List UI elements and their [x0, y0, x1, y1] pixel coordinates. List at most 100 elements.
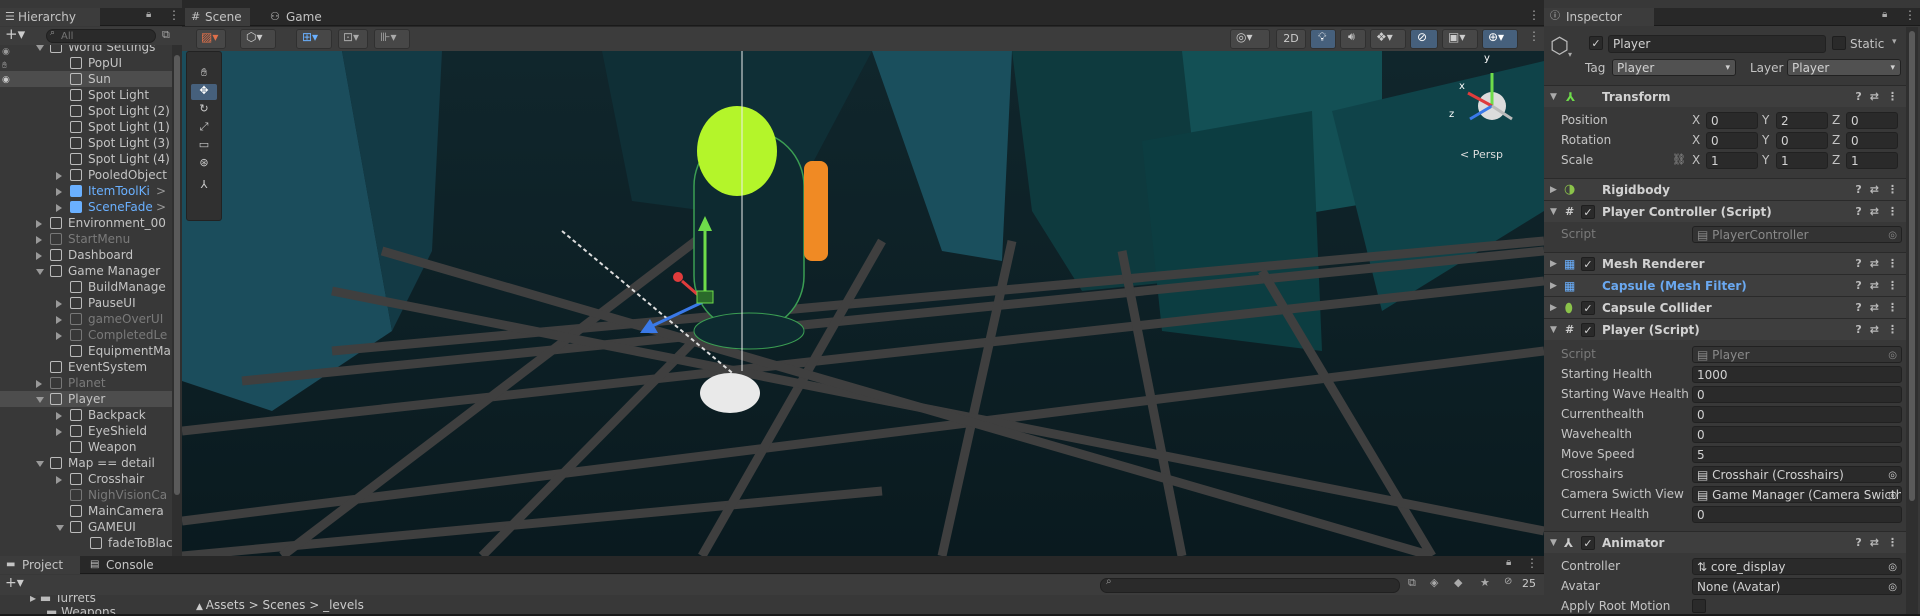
- hierarchy-item[interactable]: Backpack: [0, 407, 172, 423]
- rotate-tool-button[interactable]: ↻: [191, 102, 217, 118]
- prefab-open-icon[interactable]: >: [156, 199, 166, 215]
- expand-right-icon[interactable]: [56, 188, 62, 196]
- camera-button[interactable]: ▣▾: [1442, 29, 1478, 49]
- link-icon[interactable]: ⛓: [1672, 153, 1686, 166]
- tab-scene[interactable]: # Scene: [185, 8, 250, 26]
- custom-tool-button[interactable]: ⅄: [191, 178, 217, 194]
- draw-mode-button[interactable]: ▨▾: [196, 29, 226, 49]
- scale-z-field[interactable]: 1: [1846, 152, 1898, 169]
- expand-right-icon[interactable]: [56, 428, 62, 436]
- expand-right-icon[interactable]: [56, 300, 62, 308]
- player-field-input[interactable]: ▤ Crosshair (Crosshairs) ◎: [1692, 466, 1902, 483]
- layer-dropdown[interactable]: Player ▾: [1787, 59, 1901, 76]
- snap-increment-button[interactable]: ⊡▾: [338, 29, 368, 49]
- expand-right-icon[interactable]: [56, 476, 62, 484]
- label-filter-icon[interactable]: ◆: [1454, 576, 1462, 589]
- hierarchy-item[interactable]: StartMenu: [0, 231, 172, 247]
- hierarchy-item[interactable]: NighVisionCa: [0, 487, 172, 503]
- expand-down-icon[interactable]: [36, 461, 44, 467]
- animator-header[interactable]: ▼ ⅄ ✓ Animator ?⇄⋮: [1544, 531, 1906, 553]
- tab-hierarchy[interactable]: ☰ Hierarchy: [0, 8, 100, 26]
- target-icon[interactable]: ◎: [1888, 467, 1897, 482]
- more-icon[interactable]: ⋮: [168, 8, 180, 22]
- lighting-button[interactable]: 💡︎: [1310, 29, 1336, 49]
- expand-down-icon[interactable]: [36, 269, 44, 275]
- tag-dropdown[interactable]: Player ▾: [1612, 59, 1736, 76]
- add-icon[interactable]: +▾: [5, 575, 24, 591]
- hierarchy-item[interactable]: Weapon: [0, 439, 172, 455]
- capsule-collider-header[interactable]: ▶ ⬮ ✓ Capsule Collider ?⇄⋮: [1544, 296, 1906, 318]
- mesh-renderer-enabled[interactable]: ✓: [1581, 257, 1595, 271]
- type-filter-icon[interactable]: ◈: [1430, 576, 1438, 589]
- player-field-input[interactable]: 0: [1692, 386, 1902, 403]
- star-icon[interactable]: ★: [1480, 576, 1490, 589]
- render-mode-button[interactable]: ◎▾: [1230, 29, 1270, 49]
- expand-right-icon[interactable]: [36, 380, 42, 388]
- expand-down-icon[interactable]: [36, 45, 44, 51]
- transform-tool-button[interactable]: ⊛: [191, 156, 217, 172]
- tab-inspector[interactable]: ⓘ Inspector: [1544, 8, 1654, 26]
- scene-viewport[interactable]: y x z < Persp ✋︎ ✥ ↻ ⤢ ▭ ⊛ ⅄: [182, 51, 1544, 556]
- search-options-icon[interactable]: ⧉: [1408, 576, 1416, 590]
- expand-right-icon[interactable]: [36, 252, 42, 260]
- capsule-collider-enabled[interactable]: ✓: [1581, 301, 1595, 315]
- move-tool-button[interactable]: ✥: [191, 84, 217, 100]
- eye-icon[interactable]: ◉: [2, 47, 10, 57]
- scale-tool-button[interactable]: ⤢: [191, 120, 217, 136]
- tab-game[interactable]: ⚇ Game: [268, 8, 330, 26]
- mesh-renderer-header[interactable]: ▶ ▦ ✓ Mesh Renderer ?⇄⋮: [1544, 252, 1906, 274]
- component-actions-icon[interactable]: ?⇄⋮: [1855, 297, 1906, 319]
- hierarchy-item[interactable]: Map == detail: [0, 455, 172, 471]
- player-field-input[interactable]: ▤ Game Manager (Camera Swicth ◎: [1692, 486, 1902, 503]
- hierarchy-item[interactable]: EquipmentMa: [0, 343, 172, 359]
- player-field-input[interactable]: 5: [1692, 446, 1902, 463]
- eye-icon-sun[interactable]: ◉: [2, 75, 10, 85]
- more-icon[interactable]: ⋮: [1528, 29, 1540, 43]
- root-motion-checkbox[interactable]: [1692, 599, 1706, 613]
- increment-button[interactable]: ⊪▾: [374, 29, 410, 49]
- effects-button[interactable]: ❖▾: [1370, 29, 1406, 49]
- hierarchy-item[interactable]: SceneFade >: [0, 199, 172, 215]
- audio-button[interactable]: 🔊︎: [1340, 29, 1366, 49]
- hierarchy-item[interactable]: Environment_00: [0, 215, 172, 231]
- player-field-input[interactable]: 1000: [1692, 366, 1902, 383]
- grid-snap-button[interactable]: ⊞▾: [296, 29, 332, 49]
- hierarchy-scrollbar[interactable]: [172, 45, 182, 556]
- expand-right-icon[interactable]: [36, 220, 42, 228]
- expand-right-icon[interactable]: [36, 236, 42, 244]
- scale-y-field[interactable]: 1: [1776, 152, 1828, 169]
- expand-right-icon[interactable]: [56, 172, 62, 180]
- player-controller-enabled[interactable]: ✓: [1581, 205, 1595, 219]
- hierarchy-item[interactable]: Spot Light (2): [0, 103, 172, 119]
- scene-visibility-icon[interactable]: ⧉: [162, 28, 170, 42]
- scale-x-field[interactable]: 1: [1706, 152, 1758, 169]
- player-controller-header[interactable]: ▼ # ✓ Player Controller (Script) ?⇄⋮: [1544, 200, 1906, 222]
- transform-header[interactable]: ▼ ⅄ Transform ?⇄⋮: [1544, 85, 1906, 107]
- static-checkbox[interactable]: [1832, 36, 1846, 50]
- persp-label[interactable]: < Persp: [1460, 148, 1503, 161]
- hierarchy-item[interactable]: EyeShield: [0, 423, 172, 439]
- project-search-input[interactable]: [1100, 578, 1400, 593]
- hierarchy-item[interactable]: Crosshair: [0, 471, 172, 487]
- pick-icon[interactable]: ✋︎: [2, 61, 7, 71]
- expand-down-icon[interactable]: [56, 525, 64, 531]
- breadcrumb-item[interactable]: Scenes: [263, 598, 306, 612]
- hierarchy-item[interactable]: MainCamera: [0, 503, 172, 519]
- position-x-field[interactable]: 0: [1706, 112, 1758, 129]
- component-actions-icon[interactable]: ?⇄⋮: [1855, 253, 1906, 275]
- more-icon[interactable]: ⋮: [1526, 556, 1538, 570]
- breadcrumb-item[interactable]: _levels: [323, 598, 364, 612]
- hierarchy-item[interactable]: fadeToBlac: [0, 535, 172, 551]
- controller-field[interactable]: ⇅ core_display ◎: [1692, 558, 1902, 575]
- more-icon[interactable]: ⋮: [1904, 8, 1916, 22]
- avatar-field[interactable]: None (Avatar) ◎: [1692, 578, 1902, 595]
- player-script-enabled[interactable]: ✓: [1581, 323, 1595, 337]
- add-icon[interactable]: +▾: [5, 25, 25, 43]
- prefab-open-icon[interactable]: >: [156, 183, 166, 199]
- player-field-input[interactable]: 0: [1692, 426, 1902, 443]
- shading-button[interactable]: ⬡▾: [240, 29, 276, 49]
- component-actions-icon[interactable]: ?⇄⋮: [1855, 201, 1906, 223]
- rigidbody-header[interactable]: ▶ ◑ Rigidbody ?⇄⋮: [1544, 178, 1906, 200]
- hierarchy-item[interactable]: Planet: [0, 375, 172, 391]
- scrollbar-thumb[interactable]: [1909, 31, 1915, 501]
